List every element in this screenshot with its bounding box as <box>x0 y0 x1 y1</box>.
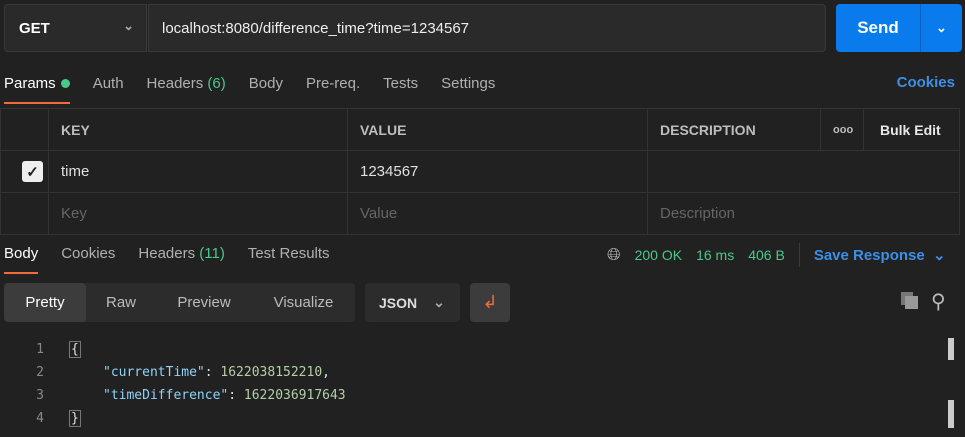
view-pretty[interactable]: Pretty <box>4 283 86 322</box>
tab-tests[interactable]: Tests <box>383 68 418 98</box>
checkbox-checked-icon[interactable]: ✓ <box>22 161 43 182</box>
params-table: KEY VALUE DESCRIPTION ooo Bulk Edit ✓ ti… <box>0 108 960 235</box>
url-input[interactable]: localhost:8080/difference_time?time=1234… <box>148 4 826 52</box>
tab-settings[interactable]: Settings <box>441 68 495 98</box>
send-dropdown-chevron-icon[interactable]: ⌄ <box>920 4 962 52</box>
description-input[interactable]: Description <box>647 192 960 235</box>
response-headers-count: (11) <box>199 244 225 262</box>
tab-response-headers[interactable]: Headers (11) <box>138 238 224 268</box>
col-value: VALUE <box>347 108 648 151</box>
response-time: 16 ms <box>696 247 735 263</box>
tab-prereq[interactable]: Pre-req. <box>306 68 360 98</box>
status-code: 200 OK <box>634 247 683 263</box>
send-button[interactable]: Send ⌄ <box>836 4 962 52</box>
save-response-button[interactable]: Save Response ⌄ <box>814 246 946 264</box>
send-label: Send <box>857 18 899 37</box>
code-line: 1{ <box>36 341 81 358</box>
request-tabs: Params Auth Headers (6) Body Pre-req. Te… <box>4 68 518 104</box>
code-line: 4} <box>36 410 81 427</box>
active-dot-icon <box>60 78 70 88</box>
table-row-empty: Key Value Description <box>0 192 960 235</box>
headers-count: (6) <box>207 74 226 92</box>
method-label: GET <box>19 19 50 37</box>
value-input[interactable]: Value <box>347 192 648 235</box>
tab-headers[interactable]: Headers (6) <box>147 68 226 98</box>
format-select[interactable]: JSON ⌄ <box>365 283 460 322</box>
col-description: DESCRIPTION <box>647 108 821 151</box>
view-preview[interactable]: Preview <box>156 283 252 322</box>
table-row: ✓ time 1234567 <box>0 150 960 193</box>
view-visualize[interactable]: Visualize <box>252 283 355 322</box>
tab-body[interactable]: Body <box>249 68 283 98</box>
tab-params[interactable]: Params <box>4 68 70 104</box>
scrollbar[interactable] <box>948 338 954 360</box>
tab-auth[interactable]: Auth <box>93 68 124 98</box>
view-mode-selector: Pretty Raw Preview Visualize <box>4 283 355 322</box>
response-size: 406 B <box>748 247 785 263</box>
col-key: KEY <box>48 108 348 151</box>
bulk-edit-button[interactable]: Bulk Edit <box>863 108 960 151</box>
more-options-icon[interactable]: ooo <box>820 108 864 151</box>
code-line: 3 "timeDifference": 1622036917643 <box>36 388 346 403</box>
view-raw[interactable]: Raw <box>86 283 156 322</box>
response-body-editor[interactable]: 1{ 2 "currentTime": 1622038152210, 3 "time… <box>0 338 940 430</box>
globe-icon: 🌐︎ <box>607 245 621 264</box>
param-value[interactable]: 1234567 <box>347 150 648 193</box>
cookies-link[interactable]: Cookies <box>897 74 955 91</box>
response-tabs: Body Cookies Headers (11) Test Results <box>4 238 353 274</box>
key-input[interactable]: Key <box>48 192 348 235</box>
code-line: 2 "currentTime": 1622038152210, <box>36 365 330 380</box>
wrap-lines-icon[interactable]: ↲ <box>470 283 510 322</box>
tab-response-body[interactable]: Body <box>4 238 39 274</box>
copy-icon[interactable] <box>901 292 918 309</box>
search-icon[interactable]: ⚲ <box>931 289 946 314</box>
param-key[interactable]: time <box>48 150 348 193</box>
tab-test-results[interactable]: Test Results <box>248 238 330 268</box>
table-header: KEY VALUE DESCRIPTION ooo Bulk Edit <box>0 108 960 151</box>
method-select[interactable]: GET ⌄ <box>4 4 147 52</box>
tab-response-cookies[interactable]: Cookies <box>61 238 115 268</box>
param-description[interactable] <box>647 150 960 193</box>
scrollbar-thumb[interactable] <box>948 400 954 428</box>
chevron-down-icon: ⌄ <box>123 18 134 33</box>
